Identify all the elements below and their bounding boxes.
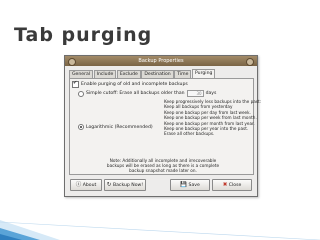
simple-cutoff-row[interactable]: Simple cutoff: Erase all backups older t… [78, 90, 216, 97]
description-line: Erase all other backups. [164, 131, 215, 137]
about-button-label: About [82, 182, 97, 188]
window-titlebar[interactable]: Backup Properties [65, 56, 257, 66]
backup-properties-window: Backup Properties General Include Exclud… [64, 55, 261, 197]
simple-cutoff-radio[interactable] [78, 90, 84, 97]
enable-purging-row[interactable]: Enable purging of old and incomplete bac… [72, 80, 188, 88]
logarithmic-label: Logarithmic (Recommended) [86, 124, 153, 130]
window-close-button[interactable] [246, 58, 254, 66]
close-button-label: Close [228, 182, 242, 188]
logarithmic-description: Keep progressively less backups into the… [164, 99, 261, 137]
slide-decoration [0, 220, 320, 240]
slide-title: Tab purging [14, 24, 153, 46]
note-line: backup snapshot made later on. [129, 168, 197, 174]
description-line: Keep one backup per week from last month… [164, 115, 257, 121]
cutoff-days-input[interactable]: 30 [186, 90, 204, 97]
window-title: Backup Properties [138, 58, 184, 64]
close-icon: ✖ [222, 181, 228, 188]
close-button[interactable]: ✖ Close [212, 179, 252, 191]
purging-note: Note: Additionally all incomplete and ir… [100, 158, 226, 174]
logarithmic-radio[interactable] [78, 124, 84, 130]
simple-cutoff-label: Simple cutoff: Erase all backups older t… [86, 91, 185, 96]
logarithmic-row[interactable]: Logarithmic (Recommended) [78, 124, 153, 130]
cutoff-days-unit: days [205, 91, 217, 96]
enable-purging-checkbox[interactable] [72, 80, 79, 88]
dialog-buttons: ⓘ About ↻ Backup Now! 💾 Save ✖ Close [70, 179, 252, 191]
save-icon: 💾 [180, 181, 188, 188]
backup-now-button[interactable]: ↻ Backup Now! [104, 179, 146, 191]
backup-icon: ↻ [106, 181, 112, 188]
about-button[interactable]: ⓘ About [70, 179, 102, 191]
save-button-label: Save [188, 182, 200, 188]
enable-purging-label: Enable purging of old and incomplete bac… [81, 82, 188, 87]
purging-panel: Enable purging of old and incomplete bac… [69, 78, 261, 175]
about-icon: ⓘ [75, 181, 82, 188]
backup-now-button-label: Backup Now! [112, 182, 144, 188]
save-button[interactable]: 💾 Save [170, 179, 210, 191]
